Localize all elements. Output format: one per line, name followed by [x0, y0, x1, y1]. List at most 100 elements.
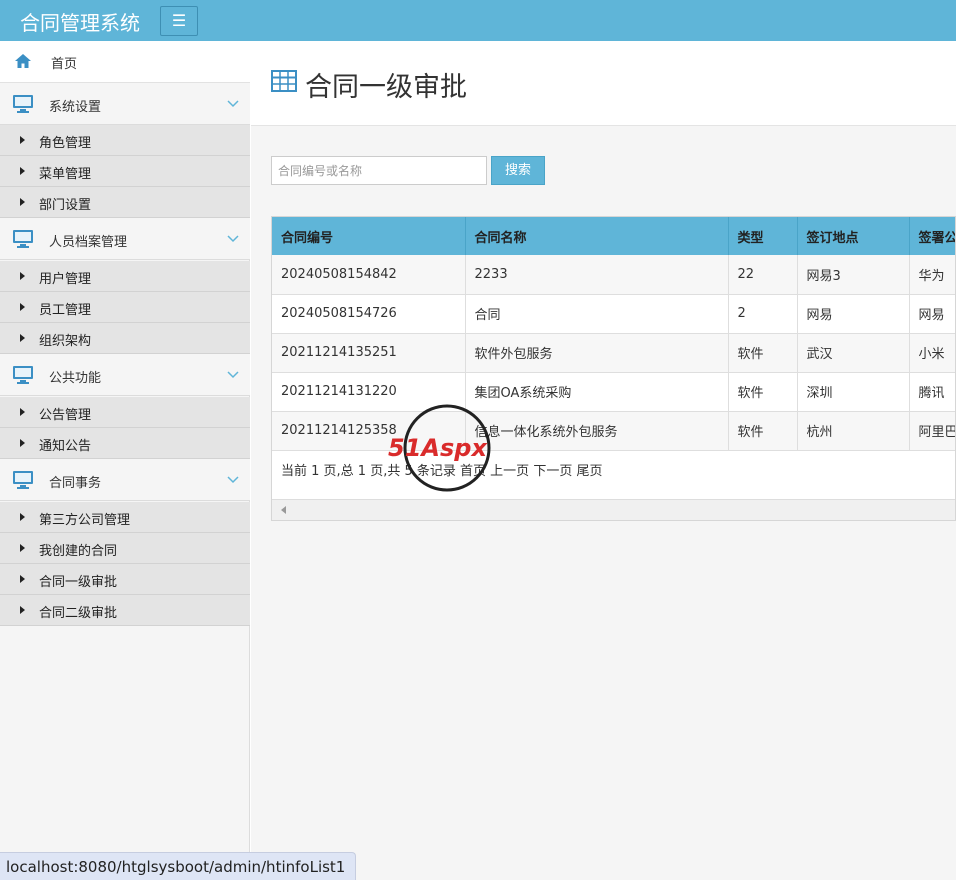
- main-content: 合同一级审批 搜索 合同编号 合同名称 类型 签订地点 签署公 20240508…: [251, 41, 956, 880]
- cell-signing-company: 阿里巴: [909, 411, 955, 451]
- chevron-down-icon: [227, 371, 239, 379]
- sidebar-item-employee-management[interactable]: 员工管理: [0, 292, 250, 323]
- cell-signing-company: 腾讯: [909, 372, 955, 412]
- caret-right-icon: [20, 606, 25, 614]
- sidebar-item-my-contracts[interactable]: 我创建的合同: [0, 533, 250, 564]
- table-icon: [271, 70, 297, 92]
- sidebar-item-label: 首页: [51, 57, 78, 72]
- caret-right-icon: [20, 544, 25, 552]
- sidebar-item-department-settings[interactable]: 部门设置: [0, 187, 250, 218]
- watermark-logo: 51Aspx: [388, 404, 491, 492]
- caret-right-icon: [20, 439, 25, 447]
- sidebar-item-label: 第三方公司管理: [39, 513, 131, 528]
- top-header: 合同管理系统 ☰: [0, 0, 956, 41]
- sidebar-item-label: 部门设置: [39, 198, 92, 213]
- caret-right-icon: [20, 198, 25, 206]
- caret-right-icon: [20, 408, 25, 416]
- sidebar-group-personnel-files[interactable]: 人员档案管理: [0, 218, 250, 260]
- cell-contract-name: 合同: [465, 294, 729, 334]
- home-icon: [15, 54, 31, 68]
- table-row[interactable]: 20211214135251 软件外包服务 软件 武汉 小米: [272, 333, 955, 373]
- sidebar-toggle-button[interactable]: ☰: [160, 6, 198, 36]
- sidebar-item-second-level-approval[interactable]: 合同二级审批: [0, 595, 250, 626]
- cell-type: 软件: [728, 411, 798, 451]
- cell-signing-company: 网易: [909, 294, 955, 334]
- cell-contract-no: 20240508154842: [272, 255, 466, 295]
- sidebar-item-home[interactable]: 首页: [0, 41, 250, 83]
- cell-sign-location: 杭州: [797, 411, 910, 451]
- sidebar-group-system-settings[interactable]: 系统设置: [0, 83, 250, 125]
- sidebar-item-menu-management[interactable]: 菜单管理: [0, 156, 250, 187]
- caret-right-icon: [20, 272, 25, 280]
- cell-contract-name: 软件外包服务: [465, 333, 729, 373]
- scroll-left-icon[interactable]: [281, 506, 286, 514]
- sidebar-item-label: 合同一级审批: [39, 575, 118, 590]
- monitor-icon: [13, 366, 33, 384]
- page-header: 合同一级审批: [251, 41, 956, 126]
- cell-type: 2: [728, 294, 798, 334]
- cell-sign-location: 武汉: [797, 333, 910, 373]
- table-header-row: 合同编号 合同名称 类型 签订地点 签署公: [272, 217, 955, 255]
- sidebar-item-first-level-approval[interactable]: 合同一级审批: [0, 564, 250, 595]
- sidebar: 首页 系统设置 角色管理 菜单管理 部门设置 人员档案管理 用户管理 员工管理 …: [0, 41, 250, 880]
- sidebar-item-role-management[interactable]: 角色管理: [0, 125, 250, 156]
- search-button[interactable]: 搜索: [491, 156, 545, 185]
- menu-icon: ☰: [171, 11, 187, 30]
- sidebar-item-org-structure[interactable]: 组织架构: [0, 323, 250, 354]
- caret-right-icon: [20, 575, 25, 583]
- table-row[interactable]: 20211214125358 信息一体化系统外包服务 软件 杭州 阿里巴: [272, 411, 955, 451]
- contract-table: 合同编号 合同名称 类型 签订地点 签署公 20240508154842 223…: [271, 216, 956, 521]
- caret-right-icon: [20, 136, 25, 144]
- horizontal-scrollbar[interactable]: [272, 499, 955, 520]
- app-title: 合同管理系统: [20, 11, 140, 35]
- search-input[interactable]: [271, 156, 487, 185]
- cell-type: 22: [728, 255, 798, 295]
- sidebar-item-announcement-management[interactable]: 公告管理: [0, 397, 250, 428]
- sidebar-item-user-management[interactable]: 用户管理: [0, 261, 250, 292]
- cell-contract-no: 20240508154726: [272, 294, 466, 334]
- sidebar-group-contract-affairs[interactable]: 合同事务: [0, 459, 250, 501]
- sidebar-item-third-party-companies[interactable]: 第三方公司管理: [0, 502, 250, 533]
- cell-contract-name: 2233: [465, 255, 729, 295]
- column-header-contract-no[interactable]: 合同编号: [272, 217, 466, 255]
- table-row[interactable]: 20240508154842 2233 22 网易3 华为: [272, 255, 955, 295]
- watermark-text: 51Aspx: [388, 434, 488, 462]
- sidebar-group-label: 合同事务: [49, 476, 102, 491]
- sidebar-item-label: 公告管理: [39, 408, 92, 423]
- chevron-down-icon: [227, 235, 239, 243]
- pagination-next-link[interactable]: 下一页: [533, 464, 572, 479]
- sidebar-item-label: 员工管理: [39, 303, 92, 318]
- cell-type: 软件: [728, 333, 798, 373]
- monitor-icon: [13, 471, 33, 489]
- cell-type: 软件: [728, 372, 798, 412]
- sidebar-group-label: 系统设置: [49, 100, 102, 115]
- cell-sign-location: 网易3: [797, 255, 910, 295]
- caret-right-icon: [20, 513, 25, 521]
- sidebar-item-label: 组织架构: [39, 334, 92, 349]
- table-row[interactable]: 20211214131220 集团OA系统采购 软件 深圳 腾讯: [272, 372, 955, 412]
- sidebar-item-notice[interactable]: 通知公告: [0, 428, 250, 459]
- cell-sign-location: 深圳: [797, 372, 910, 412]
- column-header-signing-company[interactable]: 签署公: [909, 217, 955, 255]
- chevron-down-icon: [227, 476, 239, 484]
- sidebar-item-label: 通知公告: [39, 439, 92, 454]
- sidebar-item-label: 角色管理: [39, 136, 92, 151]
- chevron-down-icon: [227, 100, 239, 108]
- cell-sign-location: 网易: [797, 294, 910, 334]
- pagination-last-link[interactable]: 尾页: [576, 464, 602, 479]
- sidebar-item-label: 合同二级审批: [39, 606, 118, 621]
- column-header-contract-name[interactable]: 合同名称: [465, 217, 729, 255]
- sidebar-item-label: 用户管理: [39, 272, 92, 287]
- table-row[interactable]: 20240508154726 合同 2 网易 网易: [272, 294, 955, 334]
- column-header-sign-location[interactable]: 签订地点: [797, 217, 910, 255]
- page-title: 合同一级审批: [305, 72, 467, 103]
- sidebar-group-label: 公共功能: [49, 371, 102, 386]
- sidebar-item-label: 我创建的合同: [39, 544, 118, 559]
- cell-signing-company: 小米: [909, 333, 955, 373]
- sidebar-item-label: 菜单管理: [39, 167, 92, 182]
- column-header-type[interactable]: 类型: [728, 217, 798, 255]
- cell-signing-company: 华为: [909, 255, 955, 295]
- sidebar-group-label: 人员档案管理: [49, 235, 128, 250]
- sidebar-group-public-functions[interactable]: 公共功能: [0, 354, 250, 396]
- caret-right-icon: [20, 167, 25, 175]
